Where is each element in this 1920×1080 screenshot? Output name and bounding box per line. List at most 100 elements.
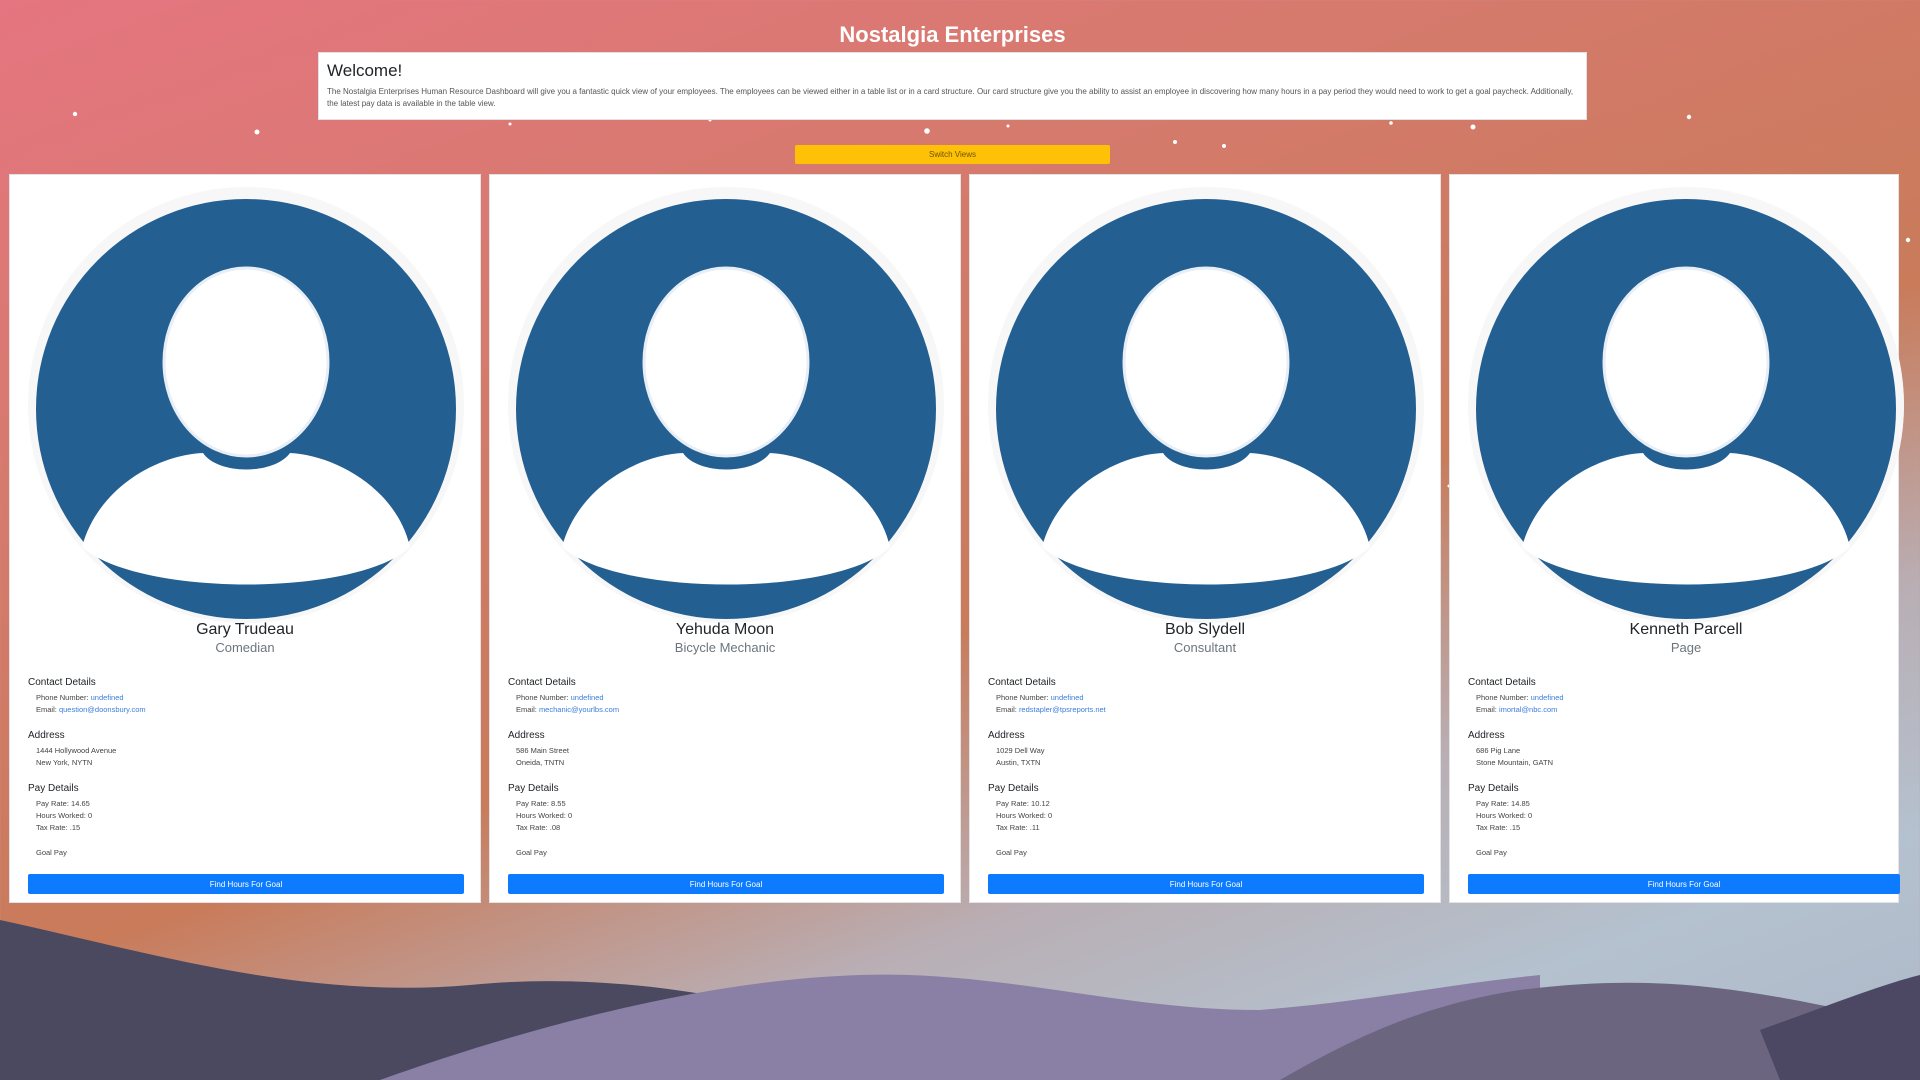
default-user-avatar-icon bbox=[508, 187, 944, 623]
phone-line: Phone Number: undefined bbox=[508, 692, 944, 704]
employee-card: Gary Trudeau Comedian Contact Details Ph… bbox=[9, 174, 481, 903]
pay-rate-value: 14.85 bbox=[1511, 799, 1530, 808]
address-street: 1444 Hollywood Avenue bbox=[36, 746, 117, 755]
tax-rate: Tax Rate: .15 bbox=[1468, 822, 1904, 834]
email-label: Email: bbox=[36, 705, 57, 714]
pay-rate-label: Pay Rate: bbox=[1476, 799, 1509, 808]
goal-pay-label[interactable]: Goal Pay bbox=[1468, 848, 1904, 857]
employee-title: Bicycle Mechanic bbox=[674, 640, 776, 655]
hours-worked-label: Hours Worked: bbox=[516, 811, 566, 820]
pay-rate: Pay Rate: 14.65 bbox=[28, 798, 464, 810]
page-title: Nostalgia Enterprises bbox=[839, 22, 1066, 47]
employee-title: Page bbox=[1670, 640, 1702, 655]
address-city: Austin, TXTN bbox=[996, 758, 1041, 767]
tax-rate-value: .15 bbox=[69, 823, 81, 832]
tax-rate-value: .15 bbox=[1509, 823, 1521, 832]
pay-details-heading: Pay Details bbox=[28, 783, 79, 794]
default-user-avatar-icon bbox=[988, 187, 1424, 623]
contact-details-heading: Contact Details bbox=[1468, 677, 1536, 688]
contact-details-heading: Contact Details bbox=[28, 677, 96, 688]
pay-rate-value: 14.65 bbox=[71, 799, 90, 808]
hours-worked-label: Hours Worked: bbox=[36, 811, 86, 820]
hours-worked: Hours Worked: 0 bbox=[1468, 810, 1904, 822]
tax-rate-label: Tax Rate: bbox=[516, 823, 548, 832]
pay-details-heading: Pay Details bbox=[988, 783, 1039, 794]
employee-title: Consultant bbox=[1173, 640, 1237, 655]
tax-rate-label: Tax Rate: bbox=[36, 823, 68, 832]
welcome-text: The Nostalgia Enterprises Human Resource… bbox=[327, 87, 1574, 108]
hours-worked: Hours Worked: 0 bbox=[988, 810, 1424, 822]
employee-title: Comedian bbox=[215, 640, 275, 655]
find-hours-for-goal-button[interactable]: Find Hours For Goal bbox=[28, 874, 464, 894]
address-street: 686 Pig Lane bbox=[1476, 746, 1521, 755]
hours-worked-value: 0 bbox=[1527, 811, 1533, 820]
employee-card: Kenneth Parcell Page Contact Details Pho… bbox=[1449, 174, 1904, 903]
email-link[interactable]: mechanic@yourlbs.com bbox=[539, 705, 619, 714]
email-label: Email: bbox=[1476, 705, 1497, 714]
phone-link[interactable]: undefined bbox=[91, 693, 124, 702]
email-link[interactable]: redstapler@tpsreports.net bbox=[1019, 705, 1106, 714]
phone-label: Phone Number: bbox=[1476, 693, 1529, 702]
email-link[interactable]: question@doonsbury.com bbox=[59, 705, 146, 714]
find-hours-for-goal-button[interactable]: Find Hours For Goal bbox=[508, 874, 944, 894]
hours-worked: Hours Worked: 0 bbox=[508, 810, 944, 822]
email-line: Email: question@doonsbury.com bbox=[28, 704, 464, 716]
hours-worked-value: 0 bbox=[1047, 811, 1053, 820]
email-line: Email: imortal@nbc.com bbox=[1468, 704, 1904, 716]
address-city: New York, NYTN bbox=[36, 758, 93, 767]
address-heading: Address bbox=[988, 730, 1025, 741]
hours-worked-value: 0 bbox=[87, 811, 93, 820]
email-line: Email: redstapler@tpsreports.net bbox=[988, 704, 1424, 716]
tax-rate: Tax Rate: .11 bbox=[988, 822, 1424, 834]
phone-label: Phone Number: bbox=[516, 693, 569, 702]
pay-rate-label: Pay Rate: bbox=[36, 799, 69, 808]
email-label: Email: bbox=[516, 705, 537, 714]
pay-details-heading: Pay Details bbox=[508, 783, 559, 794]
phone-label: Phone Number: bbox=[996, 693, 1049, 702]
tax-rate: Tax Rate: .08 bbox=[508, 822, 944, 834]
pay-rate-value: 8.55 bbox=[551, 799, 566, 808]
phone-link[interactable]: undefined bbox=[1531, 693, 1564, 702]
switch-views-button[interactable]: Switch Views bbox=[795, 145, 1110, 164]
employee-name: Kenneth Parcell bbox=[1629, 621, 1743, 638]
employee-name: Bob Slydell bbox=[1164, 621, 1246, 638]
tax-rate-value: .11 bbox=[1029, 823, 1040, 832]
hours-worked-value: 0 bbox=[567, 811, 573, 820]
default-user-avatar-icon bbox=[1468, 187, 1904, 623]
tax-rate-label: Tax Rate: bbox=[996, 823, 1028, 832]
tax-rate-value: .08 bbox=[549, 823, 561, 832]
phone-line: Phone Number: undefined bbox=[1468, 692, 1904, 704]
contact-details-heading: Contact Details bbox=[508, 677, 576, 688]
hours-worked-label: Hours Worked: bbox=[996, 811, 1046, 820]
address-city: Oneida, TNTN bbox=[516, 758, 565, 767]
welcome-panel: Welcome! The Nostalgia Enterprises Human… bbox=[318, 52, 1587, 120]
email-link[interactable]: imortal@nbc.com bbox=[1499, 705, 1557, 714]
find-hours-for-goal-button[interactable]: Find Hours For Goal bbox=[1468, 874, 1900, 894]
pay-rate-label: Pay Rate: bbox=[996, 799, 1029, 808]
employee-card: Yehuda Moon Bicycle Mechanic Contact Det… bbox=[489, 174, 961, 903]
find-hours-for-goal-button[interactable]: Find Hours For Goal bbox=[988, 874, 1424, 894]
pay-rate-value: 10.12 bbox=[1031, 799, 1050, 808]
goal-pay-label[interactable]: Goal Pay bbox=[988, 848, 1424, 857]
address-street: 586 Main Street bbox=[516, 746, 569, 755]
address-heading: Address bbox=[28, 730, 65, 741]
contact-details-heading: Contact Details bbox=[988, 677, 1056, 688]
default-user-avatar-icon bbox=[28, 187, 464, 623]
hours-worked: Hours Worked: 0 bbox=[28, 810, 464, 822]
address-street: 1029 Dell Way bbox=[996, 746, 1045, 755]
address-city: Stone Mountain, GATN bbox=[1476, 758, 1553, 767]
hours-worked-label: Hours Worked: bbox=[1476, 811, 1526, 820]
employee-name: Yehuda Moon bbox=[675, 621, 775, 638]
phone-link[interactable]: undefined bbox=[1051, 693, 1084, 702]
phone-link[interactable]: undefined bbox=[571, 693, 604, 702]
goal-pay-label[interactable]: Goal Pay bbox=[508, 848, 944, 857]
pay-details-heading: Pay Details bbox=[1468, 783, 1519, 794]
phone-label: Phone Number: bbox=[36, 693, 89, 702]
goal-pay-label[interactable]: Goal Pay bbox=[28, 848, 464, 857]
tax-rate-label: Tax Rate: bbox=[1476, 823, 1508, 832]
employee-card: Bob Slydell Consultant Contact Details P… bbox=[969, 174, 1441, 903]
address-heading: Address bbox=[508, 730, 545, 741]
pay-rate: Pay Rate: 14.85 bbox=[1468, 798, 1904, 810]
pay-rate: Pay Rate: 10.12 bbox=[988, 798, 1424, 810]
pay-rate-label: Pay Rate: bbox=[516, 799, 549, 808]
